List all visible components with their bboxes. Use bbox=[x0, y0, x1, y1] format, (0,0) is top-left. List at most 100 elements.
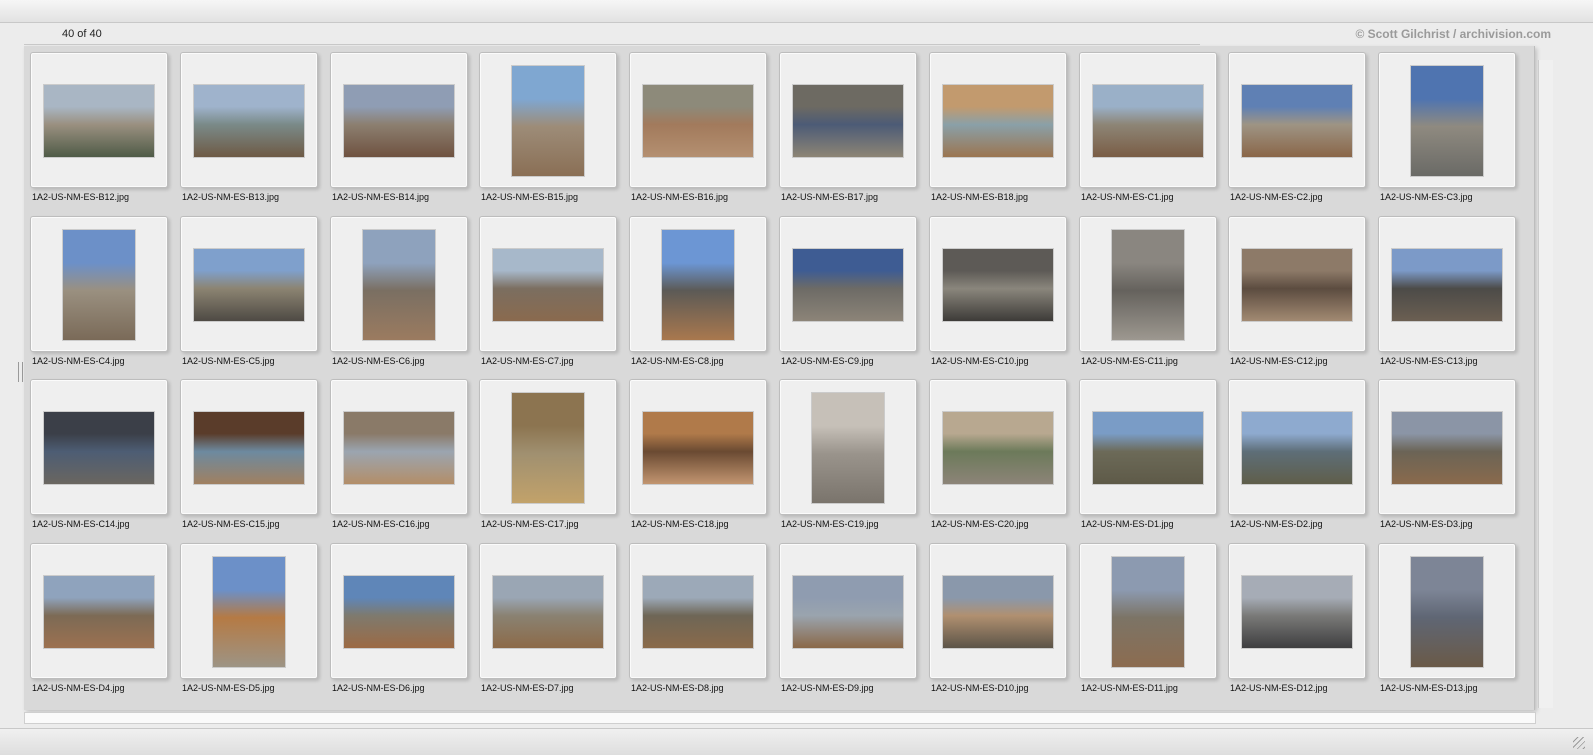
slide-frame[interactable] bbox=[330, 52, 468, 188]
slide-frame[interactable] bbox=[929, 379, 1067, 515]
slide-frame[interactable] bbox=[779, 52, 917, 188]
slide-frame[interactable] bbox=[180, 52, 318, 188]
slide-frame[interactable] bbox=[929, 52, 1067, 188]
slide-frame[interactable] bbox=[779, 543, 917, 679]
gallery-item[interactable]: 1A2-US-NM-ES-C8.jpg bbox=[623, 210, 767, 370]
slide-frame[interactable] bbox=[1378, 543, 1516, 679]
slide-frame[interactable] bbox=[479, 216, 617, 352]
gallery-item[interactable]: 1A2-US-NM-ES-B15.jpg bbox=[473, 46, 617, 206]
slide-frame[interactable] bbox=[30, 543, 168, 679]
split-handle[interactable] bbox=[18, 362, 23, 382]
gallery-item[interactable]: 1A2-US-NM-ES-D10.jpg bbox=[923, 537, 1067, 697]
thumbnail-image[interactable] bbox=[194, 85, 304, 157]
thumbnail-image[interactable] bbox=[1411, 66, 1483, 176]
thumbnail-image[interactable] bbox=[643, 412, 753, 484]
thumbnail-image[interactable] bbox=[493, 576, 603, 648]
slide-frame[interactable] bbox=[1378, 379, 1516, 515]
thumbnail-image[interactable] bbox=[793, 576, 903, 648]
gallery-item[interactable]: 1A2-US-NM-ES-C5.jpg bbox=[174, 210, 318, 370]
slide-frame[interactable] bbox=[629, 543, 767, 679]
thumbnail-image[interactable] bbox=[943, 249, 1053, 321]
gallery-item[interactable]: 1A2-US-NM-ES-B18.jpg bbox=[923, 46, 1067, 206]
vertical-scrollbar[interactable] bbox=[1538, 60, 1553, 708]
thumbnail-image[interactable] bbox=[1242, 576, 1352, 648]
thumbnail-image[interactable] bbox=[1242, 85, 1352, 157]
slide-frame[interactable] bbox=[1228, 379, 1366, 515]
thumbnail-image[interactable] bbox=[344, 412, 454, 484]
gallery-item[interactable]: 1A2-US-NM-ES-C4.jpg bbox=[24, 210, 168, 370]
gallery-item[interactable]: 1A2-US-NM-ES-D3.jpg bbox=[1372, 373, 1516, 533]
gallery-item[interactable]: 1A2-US-NM-ES-C11.jpg bbox=[1073, 210, 1217, 370]
thumbnail-image[interactable] bbox=[493, 249, 603, 321]
thumbnail-image[interactable] bbox=[344, 576, 454, 648]
gallery-item[interactable]: 1A2-US-NM-ES-C6.jpg bbox=[324, 210, 468, 370]
slide-frame[interactable] bbox=[330, 543, 468, 679]
gallery-item[interactable]: 1A2-US-NM-ES-D2.jpg bbox=[1222, 373, 1366, 533]
slide-frame[interactable] bbox=[629, 379, 767, 515]
thumbnail-image[interactable] bbox=[44, 412, 154, 484]
thumbnail-image[interactable] bbox=[512, 393, 584, 503]
gallery-item[interactable]: 1A2-US-NM-ES-B17.jpg bbox=[773, 46, 917, 206]
gallery-item[interactable]: 1A2-US-NM-ES-C16.jpg bbox=[324, 373, 468, 533]
slide-frame[interactable] bbox=[479, 379, 617, 515]
slide-frame[interactable] bbox=[479, 52, 617, 188]
resize-grip-icon[interactable] bbox=[1573, 737, 1585, 749]
gallery-item[interactable]: 1A2-US-NM-ES-C18.jpg bbox=[623, 373, 767, 533]
gallery-item[interactable]: 1A2-US-NM-ES-C13.jpg bbox=[1372, 210, 1516, 370]
thumbnail-image[interactable] bbox=[793, 85, 903, 157]
slide-frame[interactable] bbox=[30, 216, 168, 352]
gallery-item[interactable]: 1A2-US-NM-ES-D1.jpg bbox=[1073, 373, 1217, 533]
thumbnail-image[interactable] bbox=[662, 230, 734, 340]
gallery-item[interactable]: 1A2-US-NM-ES-B12.jpg bbox=[24, 46, 168, 206]
gallery-item[interactable]: 1A2-US-NM-ES-D8.jpg bbox=[623, 537, 767, 697]
thumbnail-image[interactable] bbox=[44, 85, 154, 157]
gallery-item[interactable]: 1A2-US-NM-ES-C2.jpg bbox=[1222, 46, 1366, 206]
slide-frame[interactable] bbox=[30, 379, 168, 515]
slide-frame[interactable] bbox=[330, 216, 468, 352]
slide-frame[interactable] bbox=[1079, 543, 1217, 679]
thumbnail-image[interactable] bbox=[1093, 85, 1203, 157]
slide-frame[interactable] bbox=[1228, 52, 1366, 188]
slide-frame[interactable] bbox=[330, 379, 468, 515]
gallery-item[interactable]: 1A2-US-NM-ES-C1.jpg bbox=[1073, 46, 1217, 206]
slide-frame[interactable] bbox=[1079, 216, 1217, 352]
slide-frame[interactable] bbox=[1079, 52, 1217, 188]
gallery-item[interactable]: 1A2-US-NM-ES-C12.jpg bbox=[1222, 210, 1366, 370]
thumbnail-image[interactable] bbox=[1411, 557, 1483, 667]
slide-frame[interactable] bbox=[1079, 379, 1217, 515]
slide-frame[interactable] bbox=[1228, 216, 1366, 352]
thumbnail-image[interactable] bbox=[1112, 557, 1184, 667]
gallery-item[interactable]: 1A2-US-NM-ES-C19.jpg bbox=[773, 373, 917, 533]
slide-frame[interactable] bbox=[1378, 52, 1516, 188]
slide-frame[interactable] bbox=[929, 216, 1067, 352]
thumbnail-image[interactable] bbox=[643, 85, 753, 157]
thumbnail-image[interactable] bbox=[1392, 412, 1502, 484]
thumbnail-image[interactable] bbox=[1112, 230, 1184, 340]
slide-frame[interactable] bbox=[479, 543, 617, 679]
thumbnail-image[interactable] bbox=[1093, 412, 1203, 484]
gallery-item[interactable]: 1A2-US-NM-ES-D7.jpg bbox=[473, 537, 617, 697]
slide-frame[interactable] bbox=[180, 216, 318, 352]
thumbnail-image[interactable] bbox=[643, 576, 753, 648]
thumbnail-image[interactable] bbox=[1242, 249, 1352, 321]
gallery-item[interactable]: 1A2-US-NM-ES-D11.jpg bbox=[1073, 537, 1217, 697]
thumbnail-image[interactable] bbox=[943, 85, 1053, 157]
slide-frame[interactable] bbox=[779, 379, 917, 515]
thumbnail-image[interactable] bbox=[194, 412, 304, 484]
thumbnail-image[interactable] bbox=[194, 249, 304, 321]
slide-frame[interactable] bbox=[30, 52, 168, 188]
thumbnail-image[interactable] bbox=[943, 412, 1053, 484]
slide-frame[interactable] bbox=[180, 543, 318, 679]
gallery-item[interactable]: 1A2-US-NM-ES-C7.jpg bbox=[473, 210, 617, 370]
slide-frame[interactable] bbox=[629, 52, 767, 188]
gallery-item[interactable]: 1A2-US-NM-ES-B14.jpg bbox=[324, 46, 468, 206]
gallery-item[interactable]: 1A2-US-NM-ES-D6.jpg bbox=[324, 537, 468, 697]
gallery-item[interactable]: 1A2-US-NM-ES-D13.jpg bbox=[1372, 537, 1516, 697]
thumbnail-image[interactable] bbox=[943, 576, 1053, 648]
slide-frame[interactable] bbox=[1228, 543, 1366, 679]
gallery-item[interactable]: 1A2-US-NM-ES-C9.jpg bbox=[773, 210, 917, 370]
slide-frame[interactable] bbox=[1378, 216, 1516, 352]
thumbnail-image[interactable] bbox=[1242, 412, 1352, 484]
gallery-item[interactable]: 1A2-US-NM-ES-C20.jpg bbox=[923, 373, 1067, 533]
gallery-item[interactable]: 1A2-US-NM-ES-B16.jpg bbox=[623, 46, 767, 206]
